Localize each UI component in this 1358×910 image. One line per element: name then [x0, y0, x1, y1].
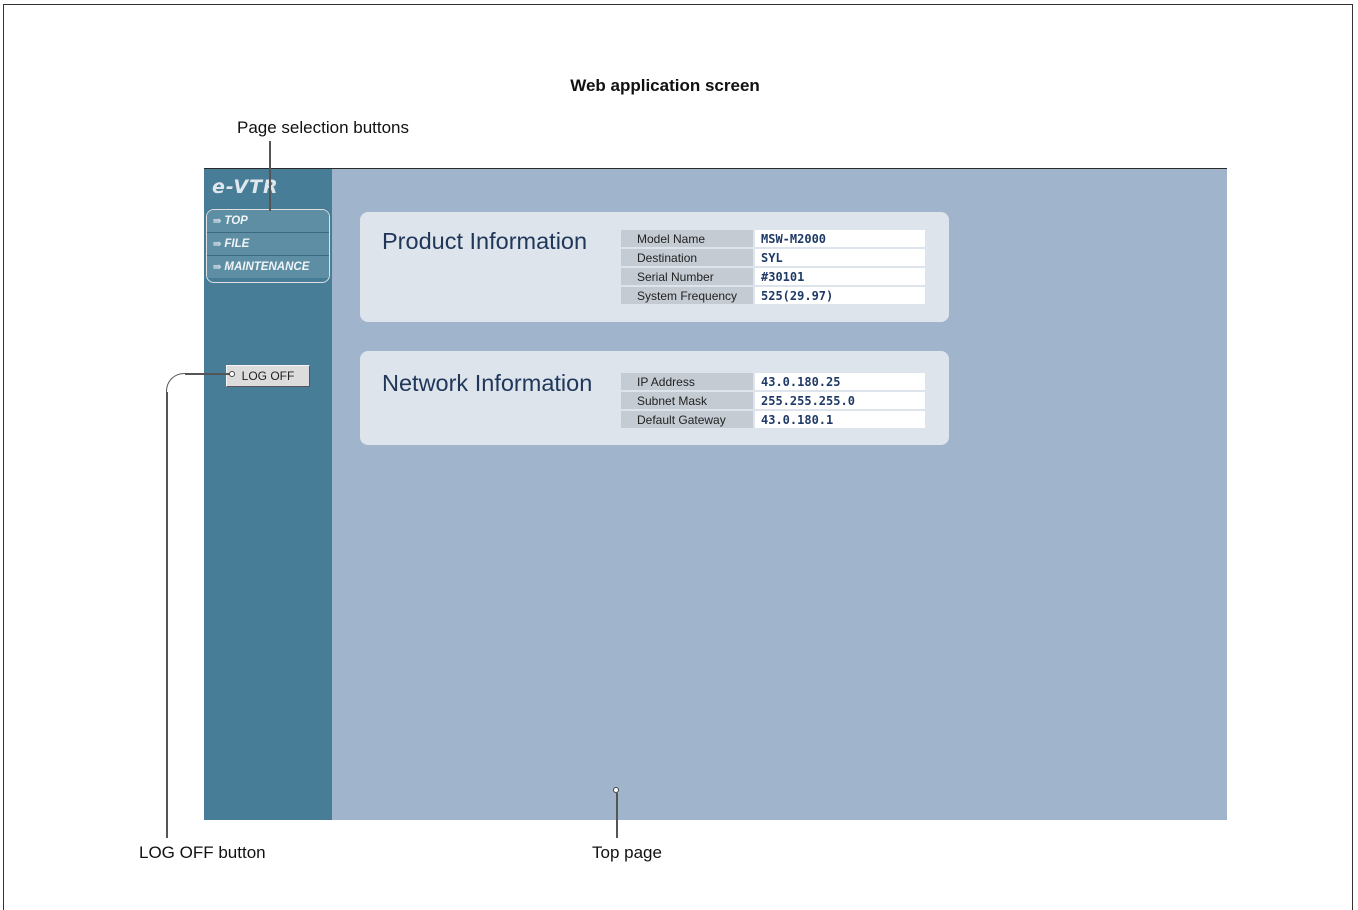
callout-page-selection: Page selection buttons — [237, 118, 410, 137]
web-app-window: e-VTR ⇛ TOP ⇛ FILE ⇛ MAINTENANCE LOG OFF Pr… — [204, 168, 1227, 820]
sidebar: e-VTR ⇛ TOP ⇛ FILE ⇛ MAINTENANCE LOG OFF — [204, 169, 332, 820]
nav-maintenance-button[interactable]: ⇛ MAINTENANCE — [207, 256, 329, 278]
row-label: Default Gateway — [621, 411, 753, 428]
nav-top-button[interactable]: ⇛ TOP — [207, 210, 329, 233]
product-information-table: Model Name MSW-M2000 Destination SYL Ser… — [621, 228, 925, 306]
table-row: Model Name MSW-M2000 — [621, 230, 925, 247]
page-selection-buttons: ⇛ TOP ⇛ FILE ⇛ MAINTENANCE — [206, 209, 330, 283]
row-value: SYL — [753, 249, 925, 266]
row-value: 255.255.255.0 — [753, 392, 925, 409]
row-value: MSW-M2000 — [753, 230, 925, 247]
network-information-panel: Network Information IP Address 43.0.180.… — [360, 351, 949, 445]
row-label: Subnet Mask — [621, 392, 753, 409]
row-label: IP Address — [621, 373, 753, 390]
network-information-title: Network Information — [382, 370, 593, 396]
arrow-icon: ⇛ — [213, 216, 222, 227]
row-label: Destination — [621, 249, 753, 266]
table-row: Destination SYL — [621, 249, 925, 266]
nav-file-button[interactable]: ⇛ FILE — [207, 233, 329, 256]
callout-logoff-button: LOG OFF button — [139, 843, 266, 862]
nav-maintenance-label: MAINTENANCE — [224, 261, 310, 273]
table-row: Serial Number #30101 — [621, 268, 925, 285]
table-row: Default Gateway 43.0.180.1 — [621, 411, 925, 428]
table-row: System Frequency 525(29.97) — [621, 287, 925, 304]
table-row: Subnet Mask 255.255.255.0 — [621, 392, 925, 409]
arrow-icon: ⇛ — [213, 239, 222, 250]
leader-line-logoff-vertical — [166, 392, 168, 838]
figure-caption: Web application screen — [570, 76, 760, 95]
network-information-table: IP Address 43.0.180.25 Subnet Mask 255.2… — [621, 371, 925, 430]
nav-file-label: FILE — [224, 238, 250, 250]
row-value: #30101 — [753, 268, 925, 285]
product-information-panel: Product Information Model Name MSW-M2000… — [360, 212, 949, 322]
table-row: IP Address 43.0.180.25 — [621, 373, 925, 390]
arrow-icon: ⇛ — [213, 262, 222, 273]
row-label: System Frequency — [621, 287, 753, 304]
nav-top-label: TOP — [224, 215, 248, 227]
row-value: 525(29.97) — [753, 287, 925, 304]
logoff-button[interactable]: LOG OFF — [226, 365, 310, 387]
callout-top-page: Top page — [592, 843, 662, 862]
leader-line-top-page — [616, 793, 618, 838]
row-label: Model Name — [621, 230, 753, 247]
row-value: 43.0.180.1 — [753, 411, 925, 428]
product-information-title: Product Information — [382, 228, 588, 254]
row-label: Serial Number — [621, 268, 753, 285]
row-value: 43.0.180.25 — [753, 373, 925, 390]
leader-line-page-selection — [269, 141, 271, 211]
leader-dot-logoff — [229, 371, 235, 377]
leader-line-logoff-horizontal — [185, 373, 232, 375]
